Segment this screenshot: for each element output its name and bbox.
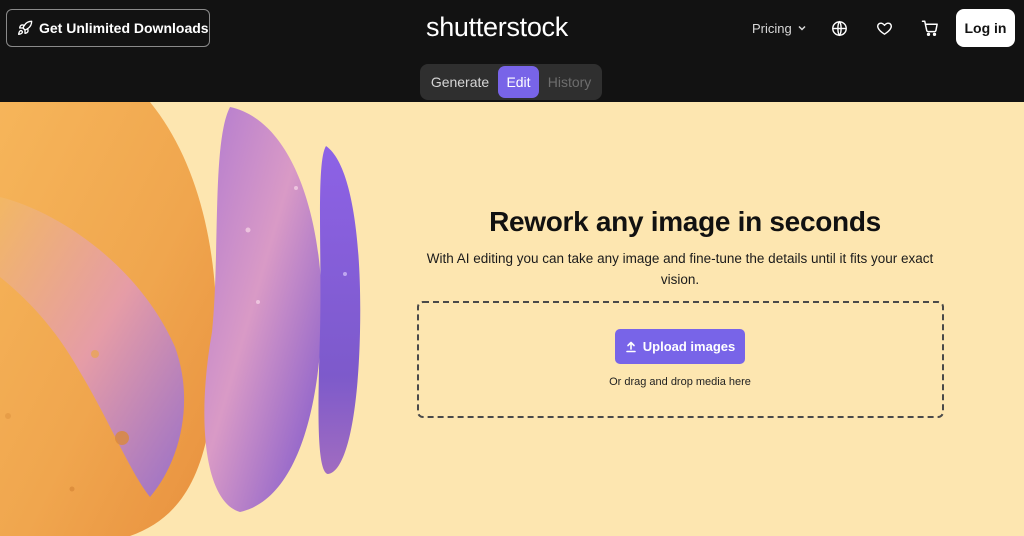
promo-label: Get Unlimited Downloads bbox=[39, 20, 209, 36]
rocket-icon bbox=[18, 20, 33, 35]
mode-tabs: Generate Edit History bbox=[420, 64, 602, 100]
login-label: Log in bbox=[964, 20, 1007, 36]
tab-label: Edit bbox=[506, 74, 531, 90]
tab-history[interactable]: History bbox=[539, 66, 600, 98]
pricing-menu[interactable]: Pricing bbox=[752, 18, 807, 38]
tab-label: Generate bbox=[430, 74, 490, 90]
shutterstock-logo[interactable]: shutterstock bbox=[426, 10, 596, 44]
tab-edit[interactable]: Edit bbox=[498, 66, 539, 98]
get-unlimited-downloads-button[interactable]: Get Unlimited Downloads bbox=[6, 9, 210, 47]
drag-drop-hint: Or drag and drop media here bbox=[609, 376, 751, 388]
logo-text: shutterstock bbox=[426, 11, 568, 42]
cart-button[interactable] bbox=[920, 18, 940, 38]
tab-label: History bbox=[547, 74, 592, 90]
pricing-label: Pricing bbox=[752, 20, 792, 36]
hero-abstract-artwork bbox=[0, 102, 361, 536]
hero-title: Rework any image in seconds bbox=[489, 206, 881, 237]
chevron-down-icon bbox=[798, 25, 806, 31]
upload-images-button[interactable]: Upload images bbox=[615, 329, 745, 364]
upload-label: Upload images bbox=[642, 339, 736, 354]
upload-icon bbox=[625, 341, 636, 352]
login-button[interactable]: Log in bbox=[956, 9, 1015, 47]
tab-generate[interactable]: Generate bbox=[422, 66, 498, 98]
globe-icon bbox=[831, 20, 847, 36]
heart-icon bbox=[876, 21, 892, 35]
top-navigation-bar: Get Unlimited Downloads shutterstock Pri… bbox=[0, 0, 1024, 102]
language-button[interactable] bbox=[829, 18, 849, 38]
hero-subtitle: With AI editing you can take any image a… bbox=[426, 251, 934, 287]
cart-icon bbox=[921, 20, 938, 37]
favorites-button[interactable] bbox=[874, 18, 894, 38]
